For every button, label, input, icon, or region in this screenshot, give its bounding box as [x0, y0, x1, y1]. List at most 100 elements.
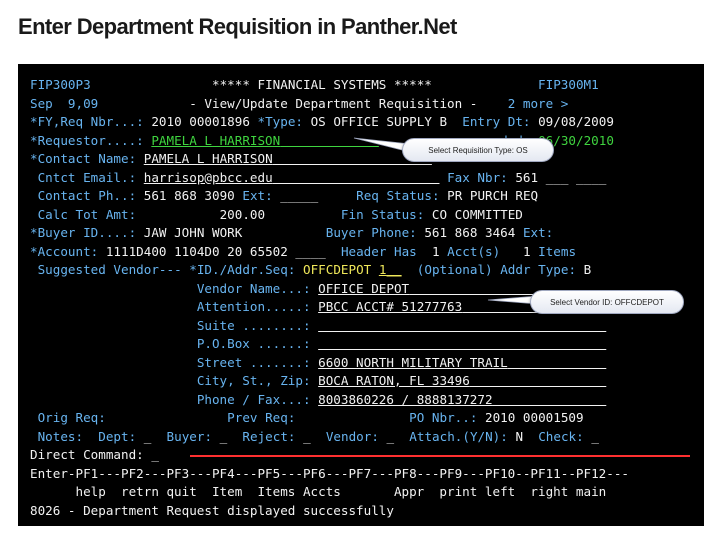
vendor-phone-field[interactable]: 8003860226 / 8888137272 — [318, 392, 492, 407]
attach-field[interactable]: N — [515, 429, 523, 444]
buyer-id-field[interactable]: JAW — [144, 225, 167, 240]
suite-line: Suite ........: — [30, 317, 606, 336]
city-line: City, St., Zip: BOCA RATON, FL 33496 — [30, 372, 606, 391]
acct-label: Acct(s) — [447, 243, 501, 259]
type-label: *Type: — [257, 114, 304, 129]
terminal-screen[interactable]: FIP300P3 ***** FINANCIAL SYSTEMS ***** F… — [18, 64, 704, 526]
attention-line: Attention.....: PBCC ACCT# 51277763 — [30, 298, 606, 317]
buyer-ext-label: Ext: — [522, 225, 554, 240]
header-line: FIP300P3 ***** FINANCIAL SYSTEMS ***** F… — [30, 76, 599, 95]
ext-label: Ext: — [242, 188, 273, 203]
vendor-id-field[interactable]: OFFCDEPOT — [303, 262, 371, 277]
req-number-line: *FY,Req Nbr...: 2010 00001896 *Type: OS … — [30, 113, 614, 132]
total-line: Calc Tot Amt: 200.00 Fin Status: CO COMM… — [30, 206, 523, 225]
account-extra-field[interactable]: ____ — [295, 244, 325, 259]
account-field[interactable]: 1111D400 1104D0 20 65502 — [106, 244, 288, 259]
notes-reject-label: Reject: — [242, 428, 296, 444]
contact-email-label: Cntct Email.: — [37, 169, 137, 185]
items-count: 1 — [522, 243, 531, 259]
notes-vendor-label: Vendor: — [325, 428, 379, 444]
fin-status-value: CO COMMITTED — [431, 206, 523, 222]
street-field[interactable]: 6600 NORTH MILITARY TRAIL — [318, 355, 508, 370]
command-cursor-line — [190, 455, 690, 457]
buyer-id-label: *Buyer ID....: — [30, 225, 137, 240]
suite-label: Suite ........: — [196, 317, 311, 333]
buyer-line: *Buyer ID....: JAW JOHN WORK Buyer Phone… — [30, 224, 553, 243]
notes-dept-label: Dept: — [98, 428, 137, 444]
notes-reject-field[interactable]: _ — [303, 429, 311, 444]
po-number-label: PO Nbr..: — [409, 410, 478, 425]
status-message: 8026 - Department Request displayed succ… — [30, 502, 394, 518]
pf-labels-line: help retrn quit Item Items Accts Appr pr… — [30, 483, 606, 502]
addr-type-label: Addr Type: — [500, 262, 577, 277]
notes-dept-field[interactable]: _ — [144, 429, 152, 444]
system-title: ***** FINANCIAL SYSTEMS ***** — [212, 77, 432, 92]
fax-number-field[interactable]: ____ — [576, 170, 606, 185]
vendor-id-line: Suggested Vendor--- *ID./Addr.Seq: OFFCD… — [30, 261, 592, 280]
pf-keys[interactable]: Enter-PF1---PF2---PF3---PF4---PF5---PF6-… — [30, 466, 629, 481]
req-status-value: PR PURCH REQ — [447, 188, 539, 203]
po-box-line: P.O.Box ......: — [30, 335, 606, 354]
attention-label: Attention.....: — [196, 299, 311, 314]
orig-req-line: Orig Req: Prev Req: PO Nbr..: 2010 00001… — [30, 409, 584, 428]
req-number-field[interactable]: 2010 00001896 — [151, 114, 250, 129]
notes-buyer-field[interactable]: _ — [220, 429, 228, 444]
header-has-label: Header Has — [340, 243, 417, 259]
vendor-seq-blank: __ — [386, 262, 402, 277]
requestor-label: *Requestor....: — [30, 132, 144, 148]
type-field[interactable]: OS OFFICE SUPPLY B — [311, 114, 447, 129]
direct-command-line: Direct Command: _ — [30, 446, 159, 465]
vendor-id-label: *ID./Addr.Seq: — [189, 262, 296, 277]
map-id: FIP300M1 — [538, 77, 599, 92]
optional-label: (Optional) — [416, 262, 493, 277]
pf-labels: help retrn quit Item Items Accts Appr pr… — [30, 484, 607, 499]
entry-date-value: 09/08/2009 — [538, 114, 614, 129]
notes-buyer-label: Buyer: — [166, 428, 213, 444]
prev-req-label: Prev Req: — [227, 410, 296, 425]
vendor-callout: Select Vendor ID: OFFCDEPOT — [530, 290, 684, 314]
type-callout: Select Requisition Type: OS — [402, 138, 554, 162]
city-label: City, St., Zip: — [196, 373, 311, 388]
vendor-phone-label: Phone / Fax...: — [196, 391, 311, 407]
direct-command-input[interactable]: _ — [151, 447, 159, 462]
ext-field[interactable]: _____ — [280, 188, 318, 203]
subtitle-line: Sep 9,09 - View/Update Department Requis… — [30, 95, 568, 114]
fin-status-label: Fin Status: — [340, 206, 425, 222]
vendor-callout-text: Select Vendor ID: OFFCDEPOT — [550, 297, 664, 307]
vendor-name-line: Vendor Name...: OFFICE DEPOT — [30, 280, 606, 299]
fax-label: Fax Nbr: — [447, 169, 508, 185]
check-label: Check: — [538, 428, 584, 444]
orig-req-label: Orig Req: — [37, 410, 106, 425]
account-label: *Account: — [30, 243, 99, 259]
notes-vendor-field[interactable]: _ — [387, 429, 395, 444]
notes-label: Notes: — [37, 428, 84, 444]
contact-phone-field[interactable]: 561 868 3090 — [144, 188, 235, 203]
vendor-name-field[interactable]: OFFICE DEPOT — [318, 281, 409, 296]
addr-type-field[interactable]: B — [584, 262, 592, 277]
pf-keys-line[interactable]: Enter-PF1---PF2---PF3---PF4---PF5---PF6-… — [30, 465, 629, 484]
vendor-phone-line: Phone / Fax...: 8003860226 / 8888137272 — [30, 391, 606, 410]
req-number-label: *FY,Req Nbr...: — [30, 114, 144, 129]
contact-phone-line: Contact Ph..: 561 868 3090 Ext: _____ Re… — [30, 187, 539, 206]
items-label: Items — [538, 243, 577, 259]
contact-email-field[interactable]: harrisop@pbcc.edu — [144, 170, 273, 185]
type-callout-text: Select Requisition Type: OS — [428, 145, 528, 155]
suggested-vendor-label: Suggested Vendor--- — [37, 262, 182, 277]
fax-area-field[interactable]: 561 — [515, 170, 538, 185]
notes-line: Notes: Dept: _ Buyer: _ Reject: _ Vendor… — [30, 428, 599, 447]
city-field[interactable]: BOCA RATON, FL 33496 — [318, 373, 470, 388]
more-pages[interactable]: 2 more > — [508, 96, 569, 111]
entry-date-label: Entry Dt: — [462, 114, 531, 129]
contact-name-field[interactable]: PAMELA L HARRISON — [144, 151, 273, 166]
contact-email-line: Cntct Email.: harrisop@pbcc.edu Fax Nbr:… — [30, 169, 607, 188]
account-line: *Account: 1111D400 1104D0 20 65502 ____ … — [30, 243, 576, 262]
requestor-field[interactable]: PAMELA L HARRISON — [151, 133, 280, 148]
screen-title: - View/Update Department Requisition - — [189, 95, 478, 111]
contact-name-label: *Contact Name: — [30, 151, 137, 166]
po-number-value: 2010 00001509 — [485, 410, 584, 425]
direct-command-label: Direct Command: — [30, 447, 144, 462]
po-box-label: P.O.Box ......: — [196, 336, 311, 351]
attention-field[interactable]: PBCC ACCT# 51277763 — [318, 299, 462, 314]
fax-prefix-field[interactable]: ___ — [546, 170, 569, 185]
check-field[interactable]: _ — [591, 429, 599, 444]
